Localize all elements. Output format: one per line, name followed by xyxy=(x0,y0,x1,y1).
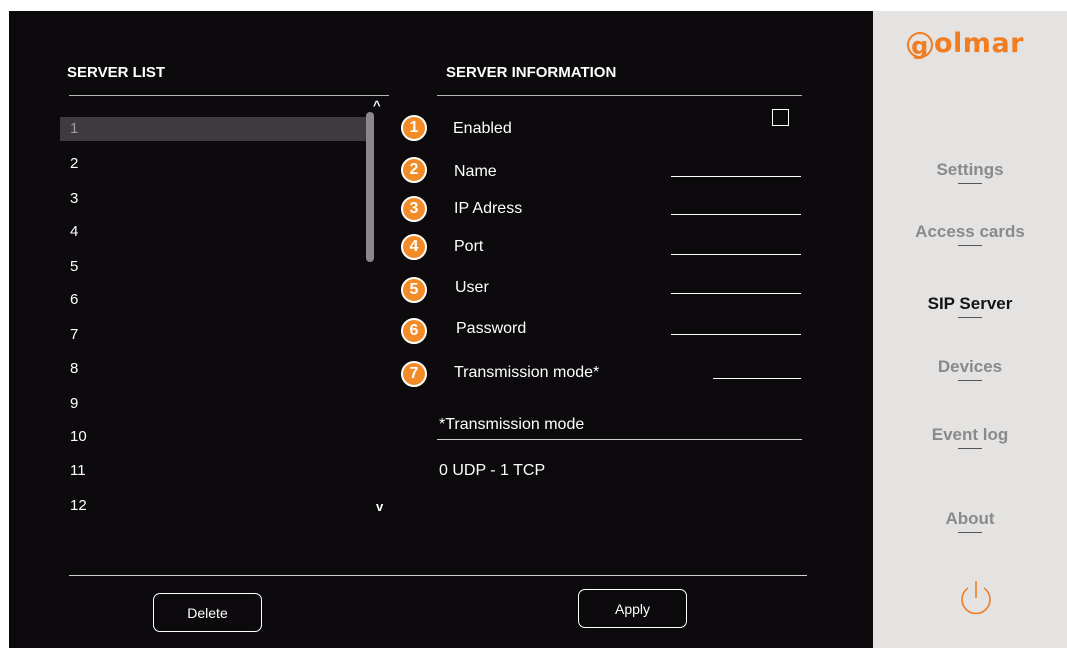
password-label: Password xyxy=(456,320,527,337)
field-number-badge: 6 xyxy=(401,318,427,344)
scroll-down-arrow[interactable]: v xyxy=(376,499,383,514)
server-information-divider xyxy=(437,95,802,96)
nav-devices-label: Devices xyxy=(937,357,1003,376)
field-number-badge: 1 xyxy=(401,115,427,141)
transmission-mode-note-title: *Transmission mode xyxy=(439,416,585,433)
scroll-up-arrow[interactable]: ^ xyxy=(373,98,381,113)
server-list-title: SERVER LIST xyxy=(67,64,166,81)
nav-about[interactable]: About xyxy=(873,509,1067,533)
server-list-item-4[interactable]: 4 xyxy=(60,220,366,244)
server-list-item-9[interactable]: 9 xyxy=(60,392,366,416)
apply-button[interactable]: Apply xyxy=(578,589,687,628)
delete-button[interactable]: Delete xyxy=(153,593,262,632)
server-information-title: SERVER INFORMATION xyxy=(446,64,617,81)
server-list-item-10[interactable]: 10 xyxy=(60,425,366,449)
server-list-item-11[interactable]: 11 xyxy=(60,459,366,483)
transmission-mode-field[interactable] xyxy=(713,378,801,379)
ip-address-field[interactable] xyxy=(671,214,801,215)
server-list-item-5[interactable]: 5 xyxy=(60,255,366,279)
nav-event-log-label: Event log xyxy=(931,425,1009,444)
nav-devices[interactable]: Devices xyxy=(873,357,1067,381)
nav-event-log[interactable]: Event log xyxy=(873,425,1067,449)
nav-sip-server[interactable]: SIP Server xyxy=(873,294,1067,318)
ip-address-label: IP Adress xyxy=(454,200,523,217)
transmission-mode-label: Transmission mode* xyxy=(454,364,600,381)
enabled-checkbox[interactable] xyxy=(772,109,789,126)
footer-divider xyxy=(69,575,807,576)
server-list-item-6[interactable]: 6 xyxy=(60,288,366,312)
note-divider xyxy=(437,439,802,440)
field-number-badge: 4 xyxy=(401,234,427,260)
nav-access-cards[interactable]: Access cards xyxy=(873,222,1067,246)
golmar-logo: g olmar xyxy=(907,28,1024,59)
logo-g-mark: g xyxy=(907,31,933,58)
logo-text: olmar xyxy=(934,28,1024,59)
user-field[interactable] xyxy=(671,293,801,294)
server-list-divider xyxy=(69,95,389,96)
server-list-item-2[interactable]: 2 xyxy=(60,152,366,176)
nav-access-cards-label: Access cards xyxy=(915,222,1025,241)
field-number-badge: 7 xyxy=(401,361,427,387)
nav-settings-label: Settings xyxy=(936,160,1004,179)
transmission-mode-note-text: 0 UDP - 1 TCP xyxy=(439,462,546,479)
field-number-badge: 2 xyxy=(401,157,427,183)
password-field[interactable] xyxy=(671,334,801,335)
server-list-item-12[interactable]: 12 xyxy=(60,494,366,518)
field-number-badge: 3 xyxy=(401,196,427,222)
server-list-item-3[interactable]: 3 xyxy=(60,187,366,211)
server-list-item-7[interactable]: 7 xyxy=(60,323,366,347)
nav-settings[interactable]: Settings xyxy=(873,160,1067,184)
user-label: User xyxy=(455,279,489,296)
server-list-scrollbar[interactable] xyxy=(366,112,374,262)
nav-sip-server-label: SIP Server xyxy=(927,294,1013,313)
enabled-label: Enabled xyxy=(453,120,512,137)
power-icon[interactable] xyxy=(956,578,996,618)
port-label: Port xyxy=(454,238,484,255)
sidebar xyxy=(873,11,1067,648)
name-field[interactable] xyxy=(671,176,801,177)
field-number-badge: 5 xyxy=(401,277,427,303)
port-field[interactable] xyxy=(671,254,801,255)
server-list-item-1[interactable]: 1 xyxy=(60,117,366,141)
name-label: Name xyxy=(454,163,497,180)
nav-about-label: About xyxy=(945,509,995,528)
server-list-item-8[interactable]: 8 xyxy=(60,357,366,381)
